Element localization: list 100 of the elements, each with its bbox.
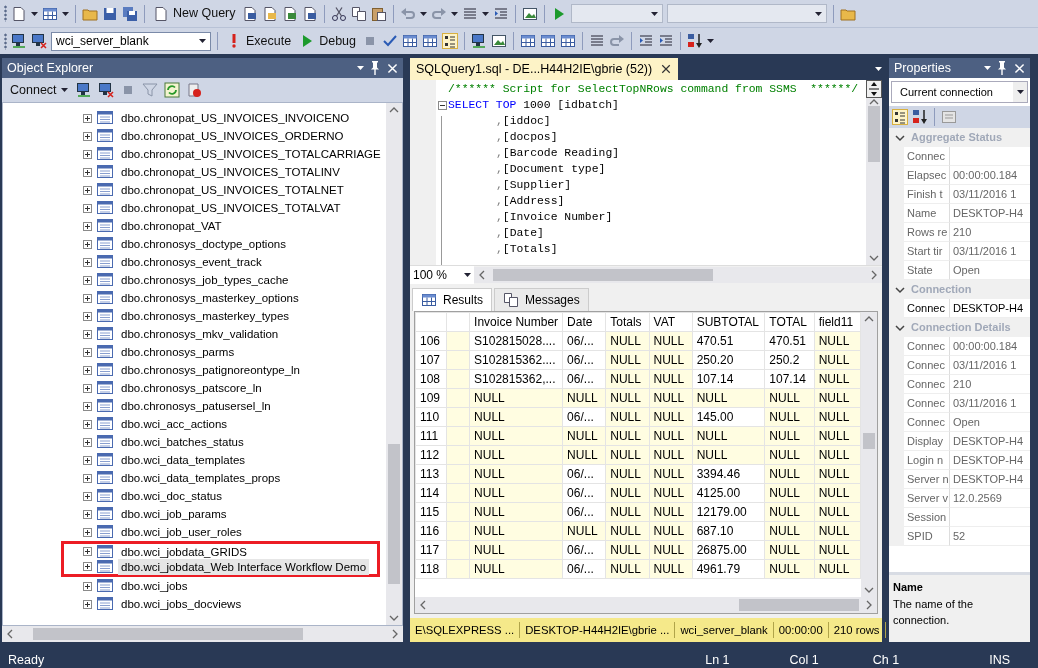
tree-item[interactable]: dbo.wci_data_templates_props	[118, 470, 284, 486]
sort-icon[interactable]	[687, 33, 703, 49]
expand-icon[interactable]	[83, 455, 92, 465]
expand-icon[interactable]	[83, 527, 92, 537]
expand-icon[interactable]	[83, 509, 92, 519]
refresh-icon[interactable]	[163, 82, 180, 98]
scroll-left-icon[interactable]	[478, 270, 486, 280]
scrollbar[interactable]	[386, 103, 402, 625]
grid-icon[interactable]	[520, 33, 536, 49]
image-icon[interactable]	[491, 33, 507, 49]
debug-button[interactable]: Debug	[297, 30, 358, 52]
disconnect-icon[interactable]	[97, 82, 114, 98]
tree-item[interactable]: dbo.wci_jobdata_GRIDS	[118, 543, 250, 560]
tree-item[interactable]: dbo.wci_acc_actions	[118, 416, 231, 432]
connect-button[interactable]: Connect	[8, 79, 70, 101]
expand-icon[interactable]	[83, 599, 92, 609]
grid-icon[interactable]	[540, 33, 556, 49]
zoom-dropdown[interactable]: 100 %	[410, 266, 474, 284]
object-dropdown[interactable]: Current connection	[891, 81, 1028, 103]
indent-icon[interactable]	[638, 33, 654, 49]
expand-icon[interactable]	[83, 491, 92, 501]
image-icon[interactable]	[521, 5, 538, 22]
tree-item[interactable]: dbo.chronosys_event_track	[118, 254, 265, 270]
tree-item[interactable]: dbo.chronopat_VAT	[118, 218, 225, 234]
column-header[interactable]: SUBTOTAL	[692, 312, 765, 332]
scrollbar[interactable]	[415, 597, 877, 613]
new-query-button[interactable]: New Query	[151, 3, 238, 24]
close-icon[interactable]	[660, 63, 673, 75]
server-icon[interactable]	[11, 33, 27, 49]
copy-icon[interactable]	[350, 5, 367, 22]
dropdown-field[interactable]	[570, 4, 663, 23]
tree-item[interactable]: dbo.wci_jobs_docviews	[118, 596, 245, 612]
scroll-thumb[interactable]	[863, 433, 875, 449]
tree-item[interactable]: dbo.wci_job_user_roles	[118, 524, 245, 540]
column-header[interactable]: Invoice Number	[469, 312, 563, 332]
expand-icon[interactable]	[83, 113, 92, 123]
expand-icon[interactable]	[83, 581, 92, 591]
tree-item[interactable]: dbo.chronosys_parms	[118, 344, 238, 360]
tree-item[interactable]: dbo.chronosys_patusersel_ln	[118, 398, 274, 414]
text-grid-icon[interactable]	[442, 33, 458, 49]
scroll-thumb[interactable]	[868, 106, 880, 162]
tree-item[interactable]: dbo.chronosys_masterkey_options	[118, 290, 302, 306]
scroll-thumb[interactable]	[493, 269, 713, 281]
tree-item[interactable]: dbo.chronosys_patscore_ln	[118, 380, 265, 396]
scrollbar[interactable]	[861, 312, 877, 597]
tree-item[interactable]: dbo.chronopat_US_INVOICES_ORDERNO	[118, 128, 347, 144]
execute-button[interactable]: Execute	[224, 30, 294, 52]
tree-item[interactable]: dbo.chronosys_patignoreontype_ln	[118, 362, 304, 378]
server-icon[interactable]	[471, 33, 487, 49]
indent-icon[interactable]	[658, 33, 674, 49]
collapse-icon[interactable]	[438, 101, 447, 110]
expand-icon[interactable]	[83, 293, 92, 303]
tree-item[interactable]: dbo.chronopat_US_INVOICES_INVOICENO	[118, 110, 353, 126]
tree-item[interactable]: dbo.wci_jobdata_Web Interface Workflow Demo	[118, 558, 370, 575]
tree-item[interactable]: dbo.wci_batches_status	[118, 434, 247, 450]
list-icon[interactable]	[589, 33, 605, 49]
file-icon[interactable]	[261, 5, 278, 22]
dropdown-caret-icon[interactable]	[875, 67, 882, 71]
paste-icon[interactable]	[370, 5, 387, 22]
expand-icon[interactable]	[83, 419, 92, 429]
chevron-icon[interactable]	[895, 322, 905, 333]
split-icon[interactable]	[866, 80, 882, 98]
expand-icon[interactable]	[83, 203, 92, 213]
expand-icon[interactable]	[83, 473, 92, 483]
tree-item[interactable]: dbo.chronosys_mkv_validation	[118, 326, 282, 342]
scroll-right-icon[interactable]	[870, 270, 878, 280]
dropdown-caret-icon[interactable]	[31, 11, 38, 16]
tree-item[interactable]: dbo.wci_doc_status	[118, 488, 225, 504]
close-icon[interactable]	[1013, 61, 1026, 75]
scroll-up-icon[interactable]	[869, 98, 879, 106]
grid-icon[interactable]	[42, 5, 58, 22]
scroll-left-icon[interactable]	[6, 629, 14, 639]
expand-icon[interactable]	[83, 275, 92, 285]
dropdown-caret-icon[interactable]	[984, 66, 991, 70]
cut-icon[interactable]	[330, 5, 347, 22]
scrollbar[interactable]	[474, 267, 882, 283]
grid-icon[interactable]	[402, 33, 418, 49]
scroll-left-icon[interactable]	[419, 600, 427, 610]
scroll-thumb[interactable]	[32, 628, 303, 640]
tree-item[interactable]: dbo.wci_data_templates	[118, 452, 249, 468]
connect-icon[interactable]	[75, 82, 92, 98]
column-header[interactable]: field11	[814, 312, 861, 332]
scroll-right-icon[interactable]	[865, 600, 873, 610]
save-icon[interactable]	[102, 5, 118, 22]
expand-icon[interactable]	[83, 257, 92, 267]
tree-item[interactable]: dbo.chronopat_US_INVOICES_TOTALVAT	[118, 200, 344, 216]
expand-icon[interactable]	[83, 311, 92, 321]
tree-item[interactable]: dbo.chronopat_US_INVOICES_TOTALCARRIAGE	[118, 146, 384, 162]
tree-item[interactable]: dbo.chronosys_masterkey_types	[118, 308, 293, 324]
toolbar-grip[interactable]	[4, 5, 7, 22]
tree-item[interactable]: dbo.chronosys_job_types_cache	[118, 272, 292, 288]
disconnect-icon[interactable]	[31, 33, 47, 49]
save-all-icon[interactable]	[122, 5, 138, 22]
close-icon[interactable]	[386, 61, 399, 75]
expand-icon[interactable]	[83, 167, 92, 177]
results-tab[interactable]: Messages	[494, 288, 589, 311]
dropdown-caret-icon[interactable]	[707, 39, 714, 43]
check-icon[interactable]	[382, 33, 398, 49]
tree-item[interactable]: dbo.chronopat_US_INVOICES_TOTALINV	[118, 164, 343, 180]
expand-icon[interactable]	[83, 149, 92, 159]
